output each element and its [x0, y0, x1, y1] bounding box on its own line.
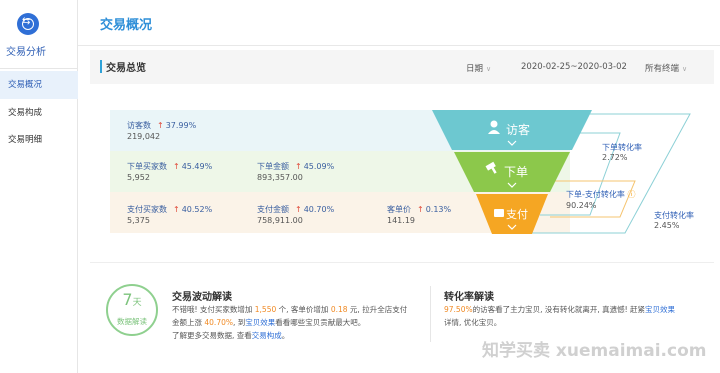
metric-pay-amount: 支付金额 ↑ 40.70% 758,911.00	[257, 204, 335, 225]
metric-label: 下单金额	[257, 162, 289, 171]
link-trade-composition[interactable]: 交易构成	[252, 331, 282, 340]
page-title: 交易概况	[100, 18, 153, 33]
page-header: 交易概况	[78, 0, 720, 46]
metric-value: 141.19	[387, 216, 415, 225]
order-pay-conv-label: 下单-支付转化率 ⓘ	[566, 189, 635, 200]
metric-order-buyers: 下单买家数 ↑ 45.49% 5,952	[127, 161, 213, 182]
wallet-icon	[494, 209, 504, 217]
section-bar: 交易总览 日期 ∨ 2020-02-25~2020-03-02 所有终端 ∨	[90, 50, 714, 84]
date-dropdown[interactable]: 日期 ∨	[466, 62, 491, 74]
up-arrow-icon: ↑	[417, 205, 424, 214]
sidebar-title: 交易分析	[6, 47, 46, 58]
date-label: 日期	[466, 64, 484, 74]
metric-value: 758,911.00	[257, 216, 303, 225]
order-pay-conv-value: 90.24%	[566, 201, 597, 210]
stage-label-order: 下单	[504, 165, 528, 179]
sidebar-divider	[0, 68, 78, 69]
metric-label: 下单买家数	[127, 162, 167, 171]
stage-label-pay: 支付	[506, 208, 528, 221]
chevron-down-icon: ∨	[682, 65, 688, 73]
sidebar-item-details[interactable]: 交易明细	[0, 126, 78, 154]
metric-value: 893,357.00	[257, 173, 303, 182]
badge-text: 数据解读	[117, 317, 147, 326]
order-conv-value: 2.72%	[602, 153, 628, 162]
metric-pct: 40.70%	[303, 205, 335, 214]
order-conv-label: 下单转化率	[602, 143, 642, 152]
terminal-dropdown[interactable]: 所有终端 ∨	[645, 62, 687, 74]
pay-conv-value: 2.45%	[654, 221, 680, 230]
metric-value: 219,042	[127, 132, 161, 141]
bottom-divider	[90, 262, 714, 263]
metric-label: 支付买家数	[127, 205, 167, 214]
sidebar: 交易分析 交易概况 交易构成 交易明细	[0, 0, 78, 373]
metric-pct: 40.52%	[181, 205, 213, 214]
section-accent	[100, 60, 102, 73]
fluctuation-title: 交易波动解读	[172, 292, 232, 303]
up-arrow-icon: ↑	[173, 205, 180, 214]
stage-label-visit: 访客	[506, 122, 530, 137]
info-divider	[430, 286, 431, 342]
badge-number: 7天	[122, 290, 142, 309]
trade-logo-icon	[17, 13, 39, 35]
section-title: 交易总览	[106, 63, 146, 74]
date-range-value: 2020-02-25~2020-03-02	[521, 62, 627, 72]
metric-value: 5,375	[127, 216, 150, 225]
terminal-value: 所有终端	[645, 64, 680, 74]
metric-order-amount: 下单金额 ↑ 45.09% 893,357.00	[257, 161, 335, 182]
order-pay-conv-text: 下单-支付转化率	[566, 190, 625, 199]
up-arrow-icon: ↑	[295, 162, 302, 171]
metric-visitors: 访客数 ↑ 37.99% 219,042	[127, 120, 197, 141]
chevron-down-icon: ∨	[486, 65, 492, 73]
fluctuation-text: 不错哦! 支付买家数增加 1,550 个, 客单价增加 0.18 元, 拉升全店…	[172, 305, 408, 340]
metric-pct: 45.49%	[181, 162, 213, 171]
metric-label: 访客数	[127, 121, 151, 130]
up-arrow-icon: ↑	[295, 205, 302, 214]
sidebar-item-overview[interactable]: 交易概况	[0, 71, 78, 99]
conversion-text: 97.50%的访客看了主力宝贝, 没有转化就离开, 真遗憾! 赶紧宝贝效果 详情…	[444, 305, 676, 327]
metric-value: 5,952	[127, 173, 150, 182]
up-arrow-icon: ↑	[157, 121, 164, 130]
pay-conv-label: 支付转化率	[654, 211, 694, 220]
conversion-title: 转化率解读	[444, 292, 494, 303]
seven-day-badge: 7天 数据解读	[106, 284, 158, 336]
metric-label: 客单价	[387, 205, 411, 214]
metric-pct: 37.99%	[165, 121, 197, 130]
date-range-picker[interactable]: 2020-02-25~2020-03-02	[521, 62, 627, 72]
metric-pct: 45.09%	[303, 162, 335, 171]
watermark: 知学买卖 xuemaimai.com	[482, 341, 707, 361]
sidebar-item-composition[interactable]: 交易构成	[0, 99, 78, 127]
metric-label: 支付金额	[257, 205, 289, 214]
link-item-effect-2[interactable]: 宝贝效果	[645, 305, 675, 314]
link-item-effect[interactable]: 宝贝效果	[245, 318, 275, 327]
help-icon[interactable]: ⓘ	[627, 190, 635, 199]
metric-pay-buyers: 支付买家数 ↑ 40.52% 5,375	[127, 204, 213, 225]
up-arrow-icon: ↑	[173, 162, 180, 171]
